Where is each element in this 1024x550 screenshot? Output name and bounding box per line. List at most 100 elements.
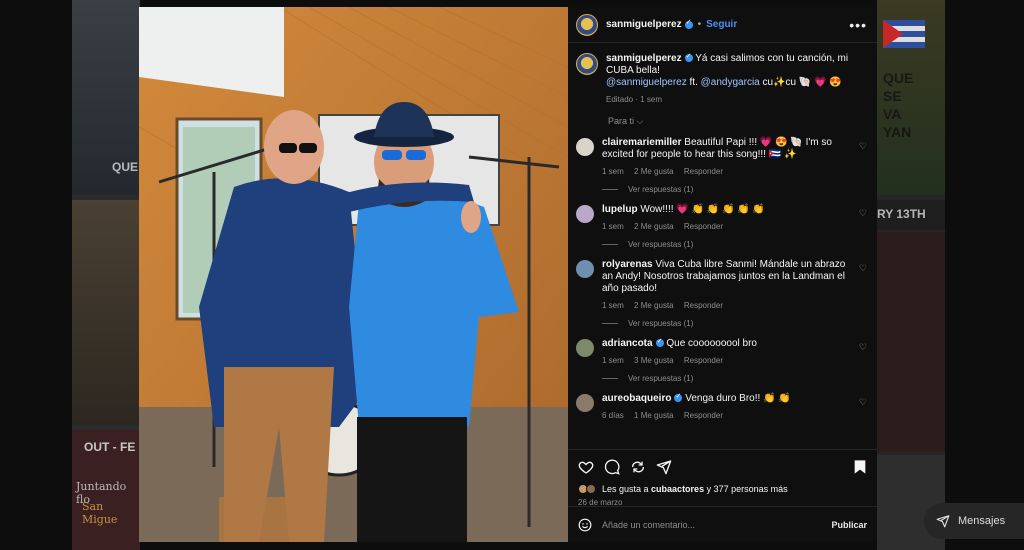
comment-icon[interactable] (604, 459, 620, 475)
background-post-tile[interactable]: OUT - FE Juntando flo San Migue (72, 430, 140, 550)
background-post-tile[interactable]: RY 13TH (877, 200, 945, 230)
comment-like-heart-icon[interactable]: ♡ (859, 141, 867, 152)
background-column-left: QUE OUT - FE Juntando flo San Migue (72, 0, 140, 550)
background-tile-label: San Migue (82, 500, 118, 526)
studio-photo-illustration (139, 7, 568, 542)
avatar[interactable] (576, 138, 594, 156)
mention-link[interactable]: @andygarcia (701, 77, 760, 88)
replies-line (602, 323, 618, 324)
comment-like-heart-icon[interactable]: ♡ (859, 397, 867, 408)
avatar[interactable] (576, 205, 594, 223)
comment-like-heart-icon[interactable]: ♡ (859, 208, 867, 219)
view-replies-button[interactable]: Ver respuestas (1) (602, 319, 867, 328)
publish-button[interactable]: Publicar (831, 520, 867, 530)
background-tile-label: VA (883, 106, 902, 122)
view-replies-button[interactable]: Ver respuestas (1) (602, 240, 867, 249)
comment-likes[interactable]: 1 Me gusta (634, 411, 674, 420)
comment-content: Wow!!!! 💗 👏 👏 👏 👏 👏 (640, 204, 765, 215)
comment-item: rolyarenas Viva Cuba libre Sanmi! Mándal… (576, 259, 867, 328)
post-caption: sanmiguelperez Yá casi salimos con tu ca… (576, 51, 867, 104)
comment-meta: 1 sem 2 Me gusta Responder (602, 167, 853, 176)
comment-time: 1 sem (602, 167, 624, 176)
comment-item: aureobaqueiro Venga duro Bro!! 👏 👏 6 día… (576, 391, 867, 420)
comment-likes[interactable]: 2 Me gusta (634, 301, 674, 310)
comment-time: 1 sem (602, 356, 624, 365)
comment-likes[interactable]: 2 Me gusta (634, 222, 674, 231)
comment-row: clairemariemiller Beautiful Papi !!! 💗 😍… (576, 137, 867, 176)
comments-list[interactable]: sanmiguelperez Yá casi salimos con tu ca… (568, 44, 877, 449)
comment-row: adriancota Que cooooooool bro 1 sem 3 Me… (576, 336, 867, 365)
post-detail-panel: sanmiguelperez • Seguir ••• sanmiguelper… (568, 7, 877, 542)
comment-input[interactable]: Añade un comentario... (602, 520, 695, 530)
background-tile-label: YAN (883, 124, 912, 140)
comment-username[interactable]: aureobaqueiro (602, 393, 671, 404)
reply-button[interactable]: Responder (684, 356, 723, 365)
comment-username[interactable]: lupelup (602, 204, 638, 215)
comment-item: lupelup Wow!!!! 💗 👏 👏 👏 👏 👏 1 sem 2 Me g… (576, 204, 867, 249)
comment-text: adriancota Que cooooooool bro (602, 336, 853, 350)
more-options-icon[interactable]: ••• (849, 17, 867, 33)
likes-user[interactable]: cubaactores (651, 484, 704, 494)
post-author-username[interactable]: sanmiguelperez (606, 19, 682, 30)
avatar[interactable] (576, 394, 594, 412)
replies-line (602, 189, 618, 190)
reply-button[interactable]: Responder (684, 301, 723, 310)
sort-dropdown[interactable]: Para ti ⌵ (608, 116, 867, 127)
post-header: sanmiguelperez • Seguir ••• (568, 7, 877, 43)
comment-text: lupelup Wow!!!! 💗 👏 👏 👏 👏 👏 (602, 204, 853, 216)
reply-button[interactable]: Responder (684, 222, 723, 231)
likes-summary[interactable]: Les gusta a cubaactores y 377 personas m… (578, 484, 867, 494)
avatar[interactable] (576, 53, 598, 75)
view-replies-button[interactable]: Ver respuestas (1) (602, 185, 867, 194)
comment-likes[interactable]: 2 Me gusta (634, 167, 674, 176)
comment-like-heart-icon[interactable]: ♡ (859, 263, 867, 274)
replies-line (602, 378, 618, 379)
action-icons-row (578, 458, 867, 476)
comment-username[interactable]: rolyarenas (602, 259, 653, 270)
bookmark-icon[interactable] (853, 459, 867, 475)
separator-dot: • (697, 19, 702, 30)
comment-row: rolyarenas Viva Cuba libre Sanmi! Mándal… (576, 259, 867, 310)
comment-username[interactable]: adriancota (602, 338, 653, 349)
repost-icon[interactable] (630, 459, 646, 475)
comment-row: aureobaqueiro Venga duro Bro!! 👏 👏 6 día… (576, 391, 867, 420)
avatar[interactable] (576, 260, 594, 278)
view-replies-label: Ver respuestas (1) (628, 240, 694, 249)
heart-icon[interactable] (578, 459, 594, 475)
post-photo[interactable] (139, 7, 568, 542)
reply-button[interactable]: Responder (684, 411, 723, 420)
follow-button[interactable]: Seguir (706, 19, 737, 30)
comment-username[interactable]: clairemariemiller (602, 137, 682, 148)
background-post-tile[interactable] (72, 200, 140, 425)
caption-username[interactable]: sanmiguelperez (606, 53, 682, 64)
view-replies-button[interactable]: Ver respuestas (1) (602, 374, 867, 383)
background-post-tile[interactable] (877, 232, 945, 452)
add-comment-bar: Añade un comentario... Publicar (568, 506, 877, 542)
comment-text: rolyarenas Viva Cuba libre Sanmi! Mándal… (602, 259, 853, 295)
avatar[interactable] (576, 339, 594, 357)
likes-text: Les gusta a cubaactores y 377 personas m… (602, 484, 788, 494)
emoji-icon[interactable] (578, 518, 592, 532)
replies-line (602, 244, 618, 245)
cuba-flag-image (883, 20, 925, 48)
avatar[interactable] (576, 13, 598, 36)
reply-button[interactable]: Responder (684, 167, 723, 176)
mention-link[interactable]: @sanmiguelperez (606, 77, 687, 88)
background-column-right: QUE SE VA YAN RY 13TH (877, 0, 945, 550)
comment-text: aureobaqueiro Venga duro Bro!! 👏 👏 (602, 391, 853, 405)
background-post-tile[interactable]: QUE SE VA YAN (877, 0, 945, 195)
verified-badge-icon (674, 391, 683, 403)
background-tile-label: SE (883, 88, 902, 104)
background-tile-label: OUT - FE (84, 440, 136, 454)
messages-button[interactable]: Mensajes (924, 503, 1024, 539)
view-replies-label: Ver respuestas (1) (628, 185, 694, 194)
comment-like-heart-icon[interactable]: ♡ (859, 342, 867, 353)
comment-text: clairemariemiller Beautiful Papi !!! 💗 😍… (602, 137, 853, 161)
share-icon[interactable] (656, 459, 672, 475)
comment-time: 1 sem (602, 301, 624, 310)
comment-likes[interactable]: 3 Me gusta (634, 356, 674, 365)
comment-content: Venga duro Bro!! 👏 👏 (685, 393, 791, 404)
background-post-tile[interactable]: QUE (72, 0, 140, 195)
background-tile-label: QUE (112, 160, 139, 174)
verified-badge-icon (655, 336, 664, 348)
